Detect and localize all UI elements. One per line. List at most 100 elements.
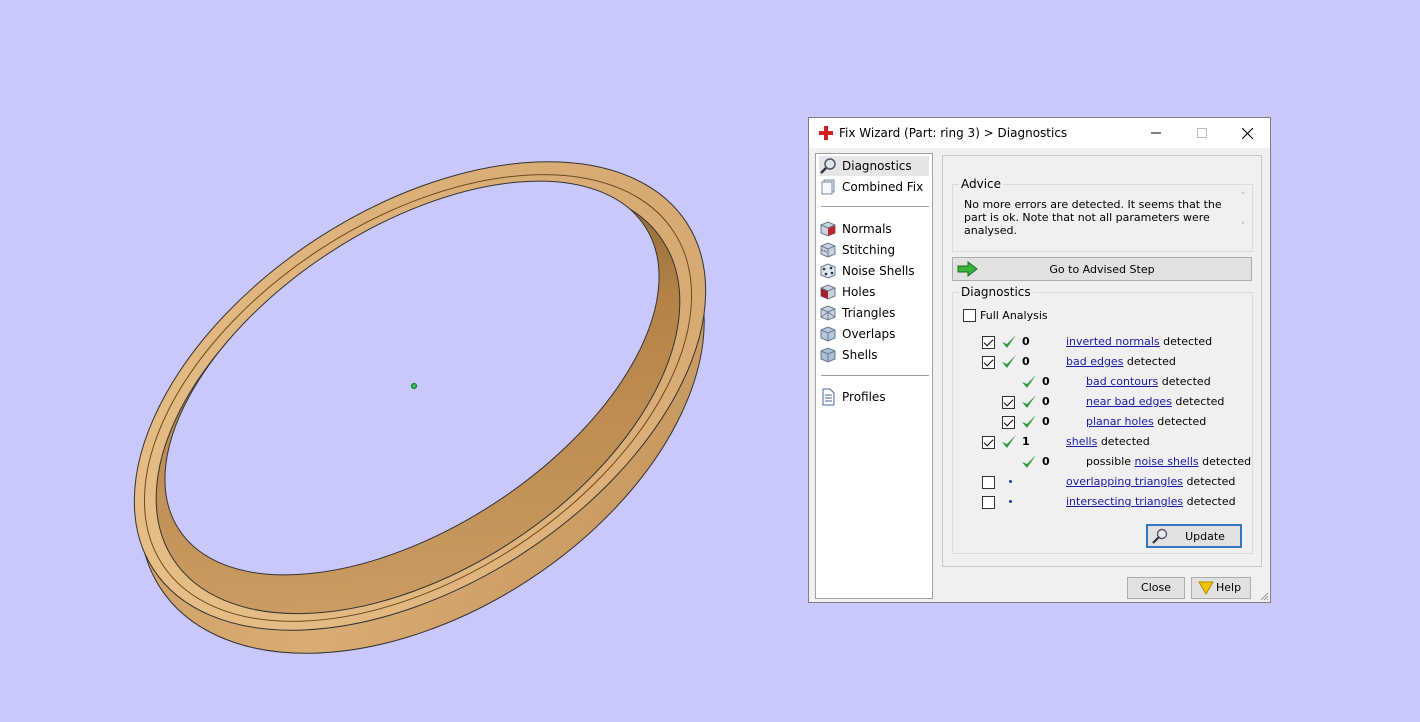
holes-cube-icon [820, 284, 836, 300]
nav-item-triangles[interactable]: Triangles [819, 303, 929, 323]
diagnostic-label: bad contours detected [1086, 375, 1211, 388]
ok-check-icon [1022, 395, 1036, 408]
title-bar[interactable]: Fix Wizard (Part: ring 3) > Diagnostics [809, 118, 1270, 148]
combined-fix-icon [821, 179, 835, 195]
diagnostics-panel: Advice No more errors are detected. It s… [942, 155, 1262, 567]
scroll-up-icon[interactable]: ˄ [1237, 191, 1249, 203]
diagnostic-link[interactable]: planar holes [1086, 415, 1154, 428]
ok-check-icon [1022, 455, 1036, 468]
diagnostic-prefix: possible [1086, 455, 1135, 468]
diagnostic-row: 0 near bad edges detected [953, 393, 1253, 411]
diagnostic-link[interactable]: near bad edges [1086, 395, 1172, 408]
stitching-cube-icon [820, 242, 836, 258]
nav-item-combined-fix[interactable]: Combined Fix [819, 177, 929, 197]
diagnostic-row: 0 possible noise shells detected [953, 453, 1253, 471]
diagnostic-checkbox[interactable] [982, 436, 995, 449]
diagnostic-label: possible noise shells detected [1086, 455, 1251, 468]
diagnostic-row: 0 planar holes detected [953, 413, 1253, 431]
diagnostic-link[interactable]: inverted normals [1066, 335, 1160, 348]
diagnostic-suffix: detected [1153, 415, 1207, 428]
help-triangle-icon [1198, 581, 1214, 595]
diagnostic-link[interactable]: intersecting triangles [1066, 495, 1183, 508]
diagnostic-suffix: detected [1097, 435, 1150, 448]
diagnostic-checkbox[interactable] [982, 476, 995, 489]
go-to-advised-step-button[interactable]: Go to Advised Step [952, 257, 1252, 281]
magnifier-icon [1152, 528, 1168, 544]
scroll-down-icon[interactable]: ˅ [1237, 221, 1249, 233]
nav-item-holes[interactable]: Holes [819, 282, 929, 302]
nav-item-noise-shells[interactable]: Noise Shells [819, 261, 929, 281]
diagnostic-suffix: detected [1123, 355, 1176, 368]
diagnostic-label: overlapping triangles detected [1066, 475, 1235, 488]
nav-item-shells[interactable]: Shells [819, 345, 929, 365]
full-analysis-checkbox[interactable]: Full Analysis [963, 309, 1048, 322]
diagnostic-label: bad edges detected [1066, 355, 1176, 368]
diagnostic-count: 0 [1042, 395, 1050, 408]
diagnostic-row: 1 shells detected [953, 433, 1253, 451]
nav-item-overlaps[interactable]: Overlaps [819, 324, 929, 344]
nav-item-normals[interactable]: Normals [819, 219, 929, 239]
ok-check-icon [1022, 415, 1036, 428]
ok-check-icon [1002, 435, 1016, 448]
diagnostic-suffix: detected [1159, 335, 1213, 348]
advice-scrollbar[interactable]: ˄ ˅ [1237, 191, 1249, 245]
ring-3d-model[interactable] [0, 0, 800, 719]
diagnostic-link[interactable]: noise shells [1135, 455, 1199, 468]
triangles-cube-icon [820, 305, 836, 321]
diagnostic-checkbox[interactable] [1002, 416, 1015, 429]
nav-item-profiles[interactable]: Profiles [819, 387, 929, 407]
diagnostic-checkbox[interactable] [982, 336, 995, 349]
close-window-button[interactable] [1224, 118, 1270, 148]
close-button[interactable]: Close [1127, 577, 1185, 599]
diagnostic-row: 0 bad contours detected [953, 373, 1253, 391]
ok-check-icon [1002, 355, 1016, 368]
advice-text: No more errors are detected. It seems th… [964, 198, 1222, 237]
nav-item-stitching[interactable]: Stitching [819, 240, 929, 260]
checkbox[interactable] [963, 309, 976, 322]
diagnostic-suffix: detected [1198, 455, 1252, 468]
diagnostic-link[interactable]: shells [1066, 435, 1097, 448]
resize-grip-icon[interactable] [1259, 591, 1269, 601]
diagnostic-checkbox[interactable] [982, 356, 995, 369]
shells-cube-icon [820, 347, 836, 363]
diagnostic-checkbox[interactable] [1002, 396, 1015, 409]
diagnostic-count: 0 [1042, 415, 1050, 428]
nav-separator [821, 206, 929, 207]
diagnostic-link[interactable]: bad edges [1066, 355, 1123, 368]
diagnostic-link[interactable]: overlapping triangles [1066, 475, 1183, 488]
minimize-icon [1151, 132, 1161, 134]
diagnostic-count: 0 [1042, 455, 1050, 468]
diagnostics-title: Diagnostics [959, 285, 1033, 299]
noise-shells-icon [820, 263, 836, 279]
diagnostic-suffix: detected [1171, 395, 1225, 408]
3d-viewport[interactable] [0, 0, 800, 719]
diagnostic-label: planar holes detected [1086, 415, 1206, 428]
diagnostic-suffix: detected [1182, 475, 1236, 488]
advice-title: Advice [959, 177, 1004, 191]
diagnostic-count: 0 [1022, 355, 1030, 368]
diagnostic-label: near bad edges detected [1086, 395, 1224, 408]
nav-separator [821, 375, 929, 376]
normals-cube-icon [820, 221, 836, 237]
diagnostic-checkbox[interactable] [982, 496, 995, 509]
advice-group: Advice No more errors are detected. It s… [952, 177, 1253, 252]
diagnostic-link[interactable]: bad contours [1086, 375, 1158, 388]
help-button[interactable]: Help [1191, 577, 1251, 599]
diagnostic-count: 0 [1022, 335, 1030, 348]
overlaps-cube-icon [820, 326, 836, 342]
update-button[interactable]: Update [1146, 524, 1242, 548]
diagnostics-group: Diagnostics Full Analysis 0 inverted norm… [952, 285, 1253, 554]
diagnostic-row: 0 inverted normals detected [953, 333, 1253, 351]
ok-check-icon [1002, 335, 1016, 348]
minimize-button[interactable] [1133, 118, 1179, 148]
close-icon [1241, 127, 1253, 139]
diagnostic-label: intersecting triangles detected [1066, 495, 1236, 508]
nav-item-diagnostics[interactable]: Diagnostics [819, 156, 929, 176]
not-analysed-dot-icon [1009, 500, 1012, 503]
diagnostic-label: inverted normals detected [1066, 335, 1212, 348]
diagnostic-count: 0 [1042, 375, 1050, 388]
diagnostic-suffix: detected [1183, 495, 1236, 508]
diagnostic-count: 1 [1022, 435, 1030, 448]
ok-check-icon [1022, 375, 1036, 388]
maximize-button[interactable] [1179, 118, 1225, 148]
